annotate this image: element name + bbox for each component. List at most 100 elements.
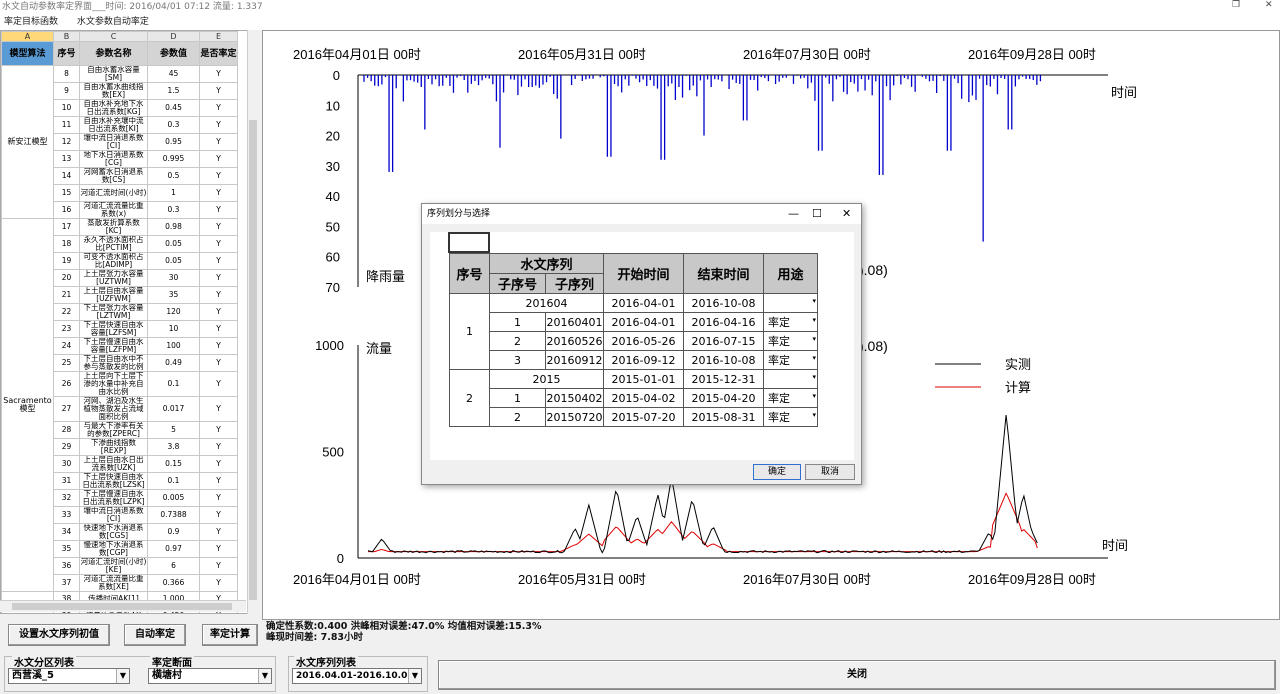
param-calibrate[interactable]: Y — [199, 336, 238, 355]
param-calibrate[interactable]: Y — [199, 116, 238, 134]
sub-name[interactable]: 20160912 — [545, 350, 604, 370]
param-value[interactable]: 6 — [147, 556, 200, 575]
param-calibrate[interactable]: Y — [199, 556, 238, 575]
param-calibrate[interactable]: Y — [199, 522, 238, 541]
param-value[interactable]: 0.05 — [147, 234, 200, 253]
param-calibrate[interactable]: Y — [199, 539, 238, 558]
section-select[interactable]: 横塘村 ▼ — [148, 668, 272, 684]
group-use[interactable]: ▾ — [763, 369, 818, 389]
chevron-down-icon[interactable]: ▾ — [812, 373, 816, 381]
sub-use[interactable]: 率定 ▾ — [763, 407, 818, 427]
group-name[interactable]: 201604 — [489, 293, 604, 313]
chevron-down-icon[interactable]: ▾ — [812, 335, 816, 343]
chevron-down-icon[interactable]: ▼ — [408, 669, 421, 683]
param-calibrate[interactable]: Y — [199, 251, 238, 270]
sub-end[interactable]: 2016-07-15 — [683, 331, 764, 351]
sub-start[interactable]: 2015-04-02 — [603, 388, 684, 408]
param-calibrate[interactable]: Y — [199, 133, 238, 151]
auto-calibrate-button[interactable]: 自动率定 — [124, 624, 186, 646]
param-calibrate[interactable]: Y — [199, 370, 238, 397]
param-value[interactable]: 0.9 — [147, 522, 200, 541]
sub-end[interactable]: 2016-04-16 — [683, 312, 764, 332]
param-calibrate[interactable]: Y — [199, 395, 238, 422]
param-calibrate[interactable]: Y — [199, 234, 238, 253]
close-icon[interactable]: ✕ — [842, 204, 851, 224]
param-calibrate[interactable]: Y — [199, 319, 238, 338]
sub-start[interactable]: 2015-07-20 — [603, 407, 684, 427]
dialog-grid[interactable]: 序号 水文序列 开始时间 结束时间 用途 子序号 子序列 1 201604 2016… — [430, 232, 854, 460]
param-value[interactable]: 1 — [147, 184, 200, 202]
menu-auto-cal[interactable]: 水文参数自动率定 — [77, 17, 149, 27]
group-use[interactable]: ▾ — [763, 293, 818, 313]
grid-vscroll[interactable] — [247, 30, 258, 614]
zone-select[interactable]: 西营溪_5 ▼ — [8, 668, 130, 684]
param-calibrate[interactable]: Y — [199, 167, 238, 185]
param-calibrate[interactable]: Y — [199, 82, 238, 100]
param-value[interactable]: 10 — [147, 319, 200, 338]
sub-use[interactable]: 率定 ▾ — [763, 388, 818, 408]
param-value[interactable]: 0.97 — [147, 539, 200, 558]
param-value[interactable]: 30 — [147, 268, 200, 287]
param-value[interactable]: 0.5 — [147, 167, 200, 185]
chevron-down-icon[interactable]: ▼ — [116, 669, 129, 683]
restore-icon[interactable]: ❐ — [1232, 0, 1240, 10]
param-value[interactable]: 0.98 — [147, 217, 200, 236]
param-calibrate[interactable]: Y — [199, 285, 238, 304]
grid-hscroll[interactable] — [0, 600, 246, 612]
param-calibrate[interactable]: Y — [199, 217, 238, 236]
param-value[interactable]: 0.3 — [147, 116, 200, 134]
sub-name[interactable]: 20160401 — [545, 312, 604, 332]
param-calibrate[interactable]: Y — [199, 200, 238, 219]
menu-objective[interactable]: 率定目标函数 — [4, 17, 58, 27]
maximize-icon[interactable]: ☐ — [812, 204, 822, 224]
parameter-grid[interactable]: A B C D E 模型算法 序号 参数名称 参数值 是否率定 新安江模型 8 自由… — [0, 30, 258, 614]
param-value[interactable]: 0.95 — [147, 133, 200, 151]
col-letter-b[interactable]: B — [53, 31, 80, 42]
table-row[interactable]: Sacramento模型 17 蒸散发折算系数[KC] 0.98 Y — [1, 217, 238, 592]
param-value[interactable]: 0.45 — [147, 99, 200, 117]
group-name[interactable]: 2015 — [489, 369, 604, 389]
sub-start[interactable]: 2016-05-26 — [603, 331, 684, 351]
param-calibrate[interactable]: Y — [199, 488, 238, 507]
param-value[interactable]: 45 — [147, 65, 200, 83]
calibrate-calc-button[interactable]: 率定计算 — [202, 624, 258, 646]
param-value[interactable]: 120 — [147, 302, 200, 321]
chevron-down-icon[interactable]: ▾ — [812, 316, 816, 324]
minimize-icon[interactable]: — — [788, 204, 799, 224]
param-calibrate[interactable]: Y — [199, 150, 238, 168]
close-icon[interactable]: ✕ — [1265, 0, 1273, 10]
col-letter-a[interactable]: A — [1, 31, 54, 42]
param-calibrate[interactable]: Y — [199, 353, 238, 372]
param-calibrate[interactable]: Y — [199, 99, 238, 117]
group-start[interactable]: 2016-04-01 — [603, 293, 684, 313]
param-calibrate[interactable]: Y — [199, 420, 238, 439]
param-calibrate[interactable]: Y — [199, 268, 238, 287]
param-calibrate[interactable]: Y — [199, 573, 238, 592]
param-value[interactable]: 35 — [147, 285, 200, 304]
table-row[interactable]: 新安江模型 8 自由水蓄水容量[SM] 45 Y — [1, 65, 238, 219]
param-value[interactable]: 1.5 — [147, 82, 200, 100]
group-start[interactable]: 2015-01-01 — [603, 369, 684, 389]
dialog-ok-button[interactable]: 确定 — [753, 464, 801, 480]
col-letter-c[interactable]: C — [79, 31, 148, 42]
sub-use[interactable]: 率定 ▾ — [763, 312, 818, 332]
chevron-down-icon[interactable]: ▾ — [812, 354, 816, 362]
sub-name[interactable]: 20150402 — [545, 388, 604, 408]
param-calibrate[interactable]: Y — [199, 454, 238, 473]
param-value[interactable]: 0.017 — [147, 395, 200, 422]
group-end[interactable]: 2015-12-31 — [683, 369, 764, 389]
chevron-down-icon[interactable]: ▾ — [812, 297, 816, 305]
sub-name[interactable]: 20160526 — [545, 331, 604, 351]
param-value[interactable]: 0.005 — [147, 488, 200, 507]
param-value[interactable]: 0.3 — [147, 200, 200, 219]
sub-end[interactable]: 2015-08-31 — [683, 407, 764, 427]
sub-end[interactable]: 2015-04-20 — [683, 388, 764, 408]
chevron-down-icon[interactable]: ▼ — [258, 669, 271, 683]
param-value[interactable]: 0.05 — [147, 251, 200, 270]
sub-use[interactable]: 率定 ▾ — [763, 350, 818, 370]
close-button[interactable]: 关闭 — [438, 660, 1276, 690]
chevron-down-icon[interactable]: ▾ — [812, 411, 816, 419]
col-letter-e[interactable]: E — [199, 31, 238, 42]
param-value[interactable]: 0.49 — [147, 353, 200, 372]
param-calibrate[interactable]: Y — [199, 184, 238, 202]
